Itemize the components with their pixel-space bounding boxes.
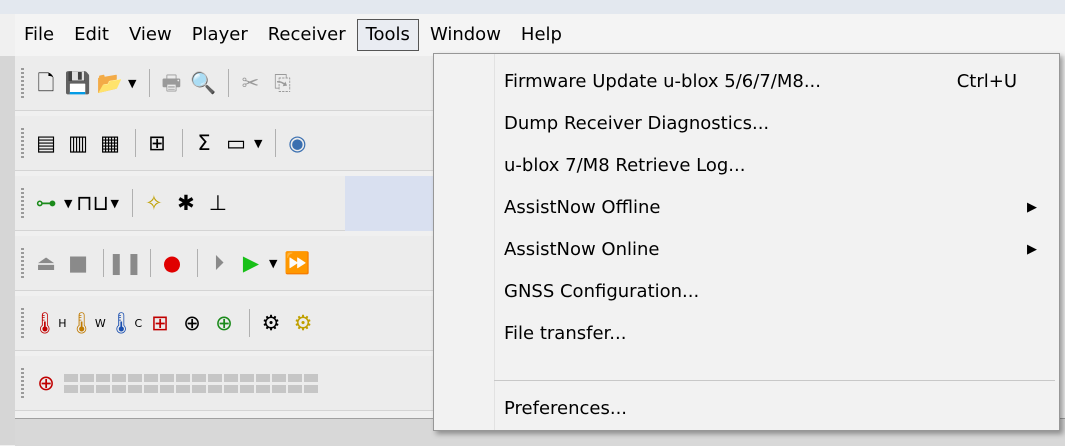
title-strip xyxy=(0,0,1065,14)
load-config-icon[interactable]: ⊕ xyxy=(210,308,238,338)
toolbar-separator xyxy=(131,189,133,217)
toolbar-file: 🗋 💾 📂 ▼ 🖶 🔍 ✂ ⎘ xyxy=(15,56,445,111)
menu-help[interactable]: Help xyxy=(512,19,571,51)
menu-receiver[interactable]: Receiver xyxy=(259,19,355,51)
copy-icon[interactable]: ⎘ xyxy=(268,68,296,98)
menu-item-label: Firmware Update u-blox 5/6/7/M8... xyxy=(504,71,821,92)
table-view-icon[interactable]: ▭ xyxy=(222,128,250,158)
toolbar-separator xyxy=(150,249,151,277)
toolbar-separator xyxy=(182,129,183,157)
toolbar-separator xyxy=(228,69,230,97)
menu-item-retrieve-log[interactable]: u-blox 7/M8 Retrieve Log... xyxy=(434,144,1059,187)
menu-item-gnss-configuration[interactable]: GNSS Configuration... xyxy=(434,270,1059,313)
connection-icon[interactable]: ⊶ xyxy=(32,188,60,218)
submenu-arrow-icon: ▶ xyxy=(1027,242,1037,257)
message-add-icon[interactable]: ⊕ xyxy=(32,368,60,398)
toolbar-messages: ⊕ xyxy=(15,356,445,411)
config-gear-alt-icon[interactable]: ⚙ xyxy=(289,308,317,338)
antenna-icon[interactable]: ⊥ xyxy=(204,188,232,218)
binary-view-icon[interactable]: ▥ xyxy=(64,128,92,158)
message-button-grid xyxy=(64,373,318,393)
menu-file[interactable]: File xyxy=(15,19,63,51)
menu-edit[interactable]: Edit xyxy=(65,19,118,51)
toolbar-separator xyxy=(275,129,277,157)
menu-item-label: GNSS Configuration... xyxy=(504,281,700,302)
submenu-arrow-icon: ▶ xyxy=(1027,200,1037,215)
statistic-view-icon[interactable]: Σ xyxy=(190,128,218,158)
menu-item-shortcut: Ctrl+U xyxy=(956,71,1017,92)
menu-separator xyxy=(494,380,1055,381)
toolbar-separator xyxy=(249,309,250,337)
step-forward-icon[interactable]: ⏵ xyxy=(205,248,233,278)
record-icon[interactable]: ● xyxy=(158,248,186,278)
toolbar-grip[interactable] xyxy=(21,368,24,398)
toolbar-grip[interactable] xyxy=(21,248,24,278)
toolbar-grip[interactable] xyxy=(21,188,24,218)
menu-item-label: File transfer... xyxy=(504,323,627,344)
config-gear-icon[interactable]: ⚙ xyxy=(257,308,285,338)
text-view-icon[interactable]: ▦ xyxy=(96,128,124,158)
toolbar-separator xyxy=(149,69,151,97)
print-icon[interactable]: 🖶 xyxy=(157,68,185,98)
toolbar-separator xyxy=(135,129,136,157)
toolbar-grip[interactable] xyxy=(21,68,24,98)
menu-item-file-transfer[interactable]: File transfer... xyxy=(434,312,1059,355)
menu-bar: File Edit View Player Receiver Tools Win… xyxy=(15,14,1065,56)
connection-dropdown-icon[interactable]: ▼ xyxy=(64,197,72,210)
baudrate-dropdown-icon[interactable]: ▼ xyxy=(110,197,118,210)
toolbar-empty-panel xyxy=(345,176,435,231)
toolbar-tools: ⊶ ▼ ⊓⊔ ▼ ✧ ✱ ⊥ xyxy=(15,176,435,231)
packet-view-icon[interactable]: ⊞ xyxy=(143,128,171,158)
menu-item-label: Dump Receiver Diagnostics... xyxy=(504,113,770,134)
menu-item-preferences[interactable]: Preferences... xyxy=(434,387,1059,430)
hot-start-letter: H xyxy=(58,316,67,330)
menu-item-label: AssistNow Offline xyxy=(504,197,661,218)
toolbar-player: ⏏ ■ ❚❚ ● ⏵ ▶ ▼ ⏩ xyxy=(15,236,435,291)
fast-forward-icon[interactable]: ⏩ xyxy=(283,248,311,278)
play-dropdown-icon[interactable]: ▼ xyxy=(269,257,277,270)
google-earth-icon[interactable]: ◉ xyxy=(283,128,311,158)
baudrate-icon[interactable]: ⊓⊔ xyxy=(76,188,109,218)
menu-item-label: AssistNow Online xyxy=(504,239,660,260)
new-file-icon[interactable]: 🗋 xyxy=(32,68,60,98)
toolbar-grip[interactable] xyxy=(21,128,24,158)
open-dropdown-icon[interactable]: ▼ xyxy=(128,77,136,90)
menu-item-label: u-blox 7/M8 Retrieve Log... xyxy=(504,155,746,176)
menu-item-assistnow-offline[interactable]: AssistNow Offline ▶ xyxy=(434,186,1059,229)
toolbar-reset: 🌡 H 🌡 W 🌡 C ⊞ ⊕ ⊕ ⚙ ⚙ xyxy=(15,296,445,351)
view-dropdown-icon[interactable]: ▼ xyxy=(254,137,262,150)
menu-item-label: Preferences... xyxy=(504,398,628,419)
console-view-icon[interactable]: ▤ xyxy=(32,128,60,158)
menu-tools[interactable]: Tools xyxy=(356,19,419,51)
print-preview-icon[interactable]: 🔍 xyxy=(189,68,217,98)
hot-start-icon[interactable]: 🌡 H xyxy=(32,308,67,338)
toolbar-views: ▤ ▥ ▦ ⊞ Σ ▭ ▼ ◉ xyxy=(15,116,445,171)
menu-view[interactable]: View xyxy=(120,19,181,51)
save-config-icon[interactable]: ⊕ xyxy=(178,308,206,338)
save-icon[interactable]: 💾 xyxy=(64,68,92,98)
tools-dropdown-menu: Firmware Update u-blox 5/6/7/M8... Ctrl+… xyxy=(433,53,1060,431)
stop-icon[interactable]: ■ xyxy=(64,248,92,278)
hardware-reset-icon[interactable]: ⊞ xyxy=(146,308,174,338)
cut-icon[interactable]: ✂ xyxy=(236,68,264,98)
toolbar-separator xyxy=(103,249,104,277)
menu-item-dump-diagnostics[interactable]: Dump Receiver Diagnostics... xyxy=(434,102,1059,145)
menu-player[interactable]: Player xyxy=(183,19,257,51)
menu-window[interactable]: Window xyxy=(421,19,510,51)
play-icon[interactable]: ▶ xyxy=(237,248,265,278)
menu-item-firmware-update[interactable]: Firmware Update u-blox 5/6/7/M8... Ctrl+… xyxy=(434,60,1059,103)
warm-start-letter: W xyxy=(94,316,106,330)
autobauding-wand-icon[interactable]: ✧ xyxy=(140,188,168,218)
pause-icon[interactable]: ❚❚ xyxy=(107,248,142,278)
cold-start-icon[interactable]: 🌡 C xyxy=(108,308,142,338)
toolbar-separator xyxy=(197,249,198,277)
menu-item-assistnow-online[interactable]: AssistNow Online ▶ xyxy=(434,228,1059,271)
cold-start-letter: C xyxy=(134,316,143,330)
toolbar-grip[interactable] xyxy=(21,308,24,338)
window-left-edge xyxy=(0,56,15,445)
warm-start-icon[interactable]: 🌡 W xyxy=(68,308,106,338)
eject-icon[interactable]: ⏏ xyxy=(32,248,60,278)
open-folder-icon[interactable]: 📂 xyxy=(96,68,124,98)
debug-bug-icon[interactable]: ✱ xyxy=(172,188,200,218)
